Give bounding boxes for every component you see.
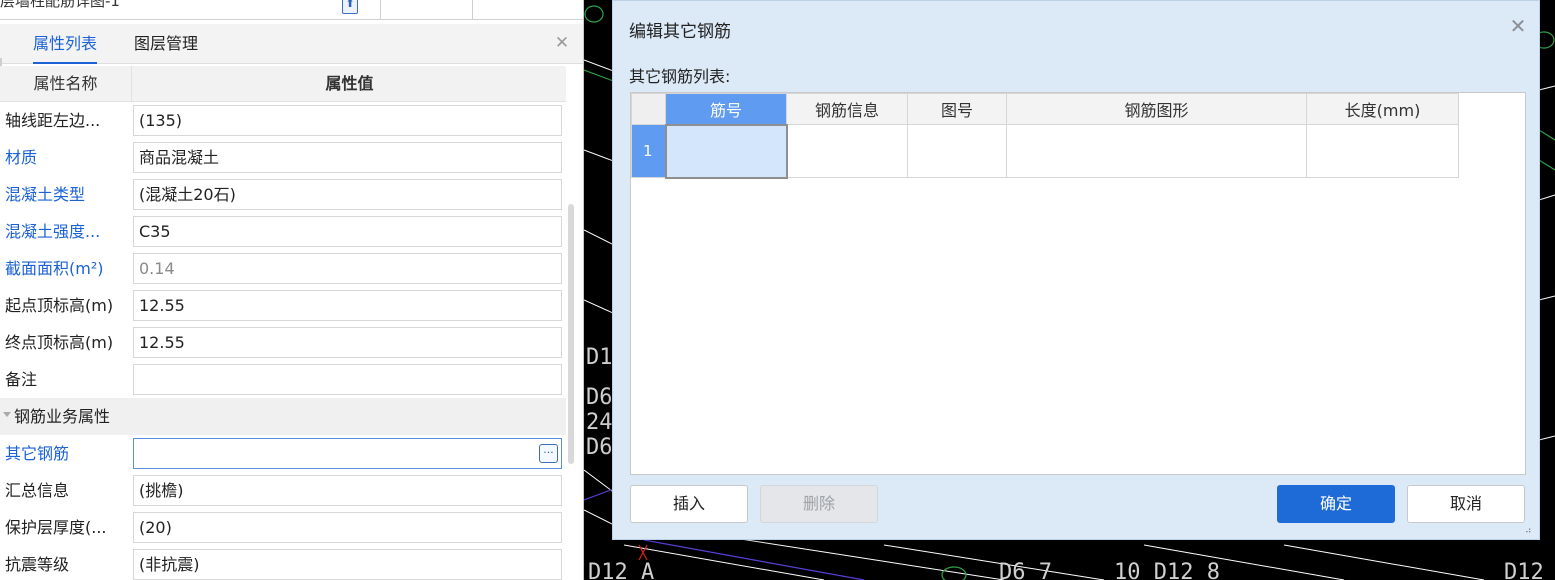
rebar-grid: 筋号 钢筋信息 图号 钢筋图形 长度(mm) 1: [631, 93, 1459, 179]
cad-label: D1: [586, 345, 613, 370]
arrow-up-icon[interactable]: ⬆: [342, 0, 358, 14]
property-value-field[interactable]: (135): [133, 105, 562, 136]
resize-grip-icon[interactable]: ⠴: [1525, 525, 1537, 537]
vertical-scrollbar[interactable]: [568, 204, 574, 464]
column-header-rebar-info[interactable]: 钢筋信息: [786, 93, 908, 125]
grid-cell-rebar-shape[interactable]: [1006, 124, 1307, 178]
cad-label: 24: [586, 410, 613, 435]
row-number[interactable]: 1: [631, 124, 666, 178]
property-label: 保护层厚度(...: [5, 518, 107, 537]
cad-label: 10 D12 8: [1114, 560, 1220, 580]
property-row: 轴线距左边... (135): [0, 102, 566, 139]
close-icon[interactable]: ✕: [1507, 15, 1529, 37]
property-group-header[interactable]: 钢筋业务属性: [0, 398, 566, 435]
property-value-field[interactable]: 12.55: [133, 290, 562, 321]
property-panel: 层墙柱配筋详图-1 ⬆ 属性列表 图层管理 ✕ 属性名称 属性值 轴线距左边..…: [0, 0, 584, 580]
column-header-length[interactable]: 长度(mm): [1306, 93, 1459, 125]
property-value-field[interactable]: C35: [133, 216, 562, 247]
cad-label: D6: [586, 435, 613, 460]
cad-label: D6 7: [999, 560, 1052, 580]
grid-cell-figure-number[interactable]: [907, 124, 1007, 178]
column-divider: [380, 0, 381, 20]
property-table: 属性名称 属性值 轴线距左边... (135) 材质 商品混凝土 混凝土类型 (…: [0, 66, 566, 580]
property-value-field[interactable]: 12.55: [133, 327, 562, 358]
property-row: 起点顶标高(m) 12.55: [0, 287, 566, 324]
cad-label: D6: [586, 385, 613, 410]
property-value-field[interactable]: (混凝土20石): [133, 179, 562, 210]
property-value-field[interactable]: (挑檐): [133, 475, 562, 506]
column-header-figure-number[interactable]: 图号: [907, 93, 1007, 125]
property-label: 混凝土强度...: [5, 222, 101, 241]
ellipsis-icon[interactable]: ···: [539, 444, 558, 463]
property-row: 终点顶标高(m) 12.55: [0, 324, 566, 361]
property-table-header: 属性名称 属性值: [0, 66, 566, 102]
property-label: 截面面积(m²): [5, 259, 104, 278]
property-row: 备注: [0, 361, 566, 398]
property-label: 轴线距左边...: [5, 111, 101, 130]
insert-button[interactable]: 插入: [630, 485, 748, 523]
ok-button[interactable]: 确定: [1277, 485, 1395, 523]
tab-property-list[interactable]: 属性列表: [33, 24, 98, 64]
dialog-title: 编辑其它钢筋: [629, 22, 731, 42]
property-value-field[interactable]: (20): [133, 512, 562, 543]
column-header-bar-number[interactable]: 筋号: [665, 93, 787, 125]
column-header-name: 属性名称: [0, 66, 132, 102]
cad-label: D12: [1504, 560, 1544, 580]
property-value-field[interactable]: (非抗震): [133, 549, 562, 580]
element-name-row: 层墙柱配筋详图-1 ⬆: [0, 0, 583, 20]
column-header-value: 属性值: [325, 74, 374, 93]
property-row: 混凝土强度... C35: [0, 213, 566, 250]
rebar-list-label: 其它钢筋列表:: [629, 67, 731, 86]
grid-corner[interactable]: [631, 93, 666, 125]
property-row: 材质 商品混凝土: [0, 139, 566, 176]
property-row: 截面面积(m²) 0.14: [0, 250, 566, 287]
grid-cell-length[interactable]: [1306, 124, 1459, 178]
property-label: 终点顶标高(m): [5, 333, 114, 352]
property-label: 汇总信息: [5, 481, 70, 500]
property-row: 汇总信息 (挑檐): [0, 472, 566, 509]
column-divider: [472, 0, 473, 20]
grid-cell-bar-number[interactable]: [664, 123, 788, 179]
grid-header-row: 筋号 钢筋信息 图号 钢筋图形 长度(mm): [631, 93, 1459, 125]
cancel-button[interactable]: 取消: [1407, 485, 1525, 523]
property-group-label: 钢筋业务属性: [14, 407, 111, 426]
other-rebar-field[interactable]: ···: [133, 438, 562, 469]
property-row: 其它钢筋 ···: [0, 435, 566, 472]
close-icon[interactable]: ✕: [552, 33, 572, 53]
cad-label: D12 A: [588, 560, 655, 580]
property-label: 材质: [5, 148, 38, 167]
panel-tabs: 属性列表 图层管理 ✕: [0, 24, 583, 72]
grid-cell-rebar-info[interactable]: [786, 124, 908, 178]
property-label: 混凝土类型: [5, 185, 86, 204]
element-name: 层墙柱配筋详图-1: [0, 0, 120, 10]
property-label: 其它钢筋: [5, 444, 70, 463]
property-row: 抗震等级 (非抗震): [0, 546, 566, 580]
property-label: 起点顶标高(m): [5, 296, 114, 315]
collapse-triangle-icon[interactable]: [3, 412, 11, 417]
rebar-grid-area: 筋号 钢筋信息 图号 钢筋图形 长度(mm) 1: [630, 92, 1526, 475]
property-label: 备注: [5, 370, 38, 389]
property-row: 混凝土类型 (混凝土20石): [0, 176, 566, 213]
property-label: 抗震等级: [5, 555, 70, 574]
property-value-field[interactable]: [133, 364, 562, 395]
delete-button: 删除: [760, 485, 878, 523]
property-row: 保护层厚度(... (20): [0, 509, 566, 546]
property-value-field: 0.14: [133, 253, 562, 284]
table-row: 1: [631, 123, 1459, 179]
column-header-rebar-shape[interactable]: 钢筋图形: [1006, 93, 1307, 125]
property-value-field[interactable]: 商品混凝土: [133, 142, 562, 173]
edit-other-rebar-dialog: 编辑其它钢筋 ✕ 其它钢筋列表: 筋号 钢筋信息 图号 钢筋图形 长度(mm) …: [612, 0, 1540, 540]
tab-layer-management[interactable]: 图层管理: [134, 24, 198, 64]
